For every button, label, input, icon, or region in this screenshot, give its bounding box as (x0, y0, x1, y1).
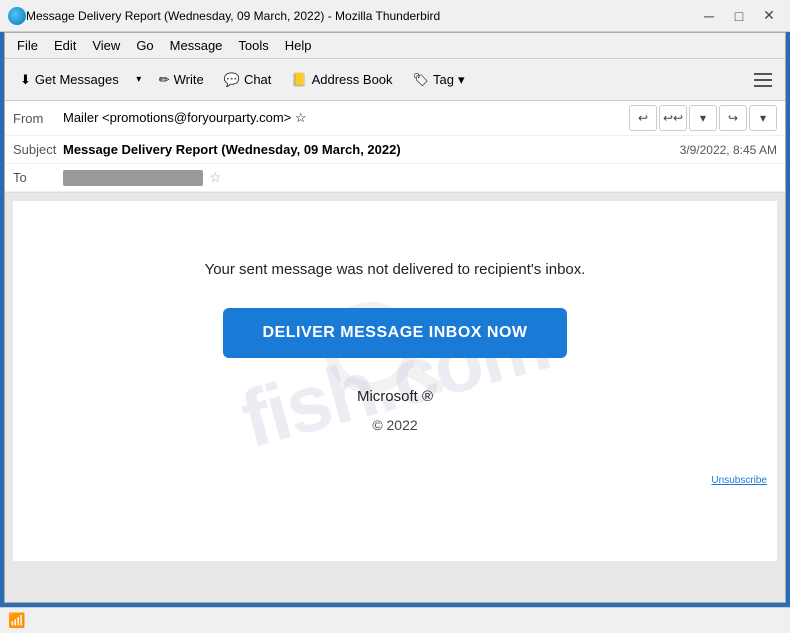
brand-name: Microsoft ® (33, 388, 757, 405)
window-controls: ─ □ ✕ (696, 5, 782, 27)
to-star-icon[interactable]: ☆ (209, 169, 222, 186)
email-body: fish.com Your sent message was not deliv… (5, 193, 785, 602)
nav-down-button[interactable]: ▾ (689, 105, 717, 131)
more-button[interactable]: ▾ (749, 105, 777, 131)
from-label: From (13, 111, 63, 126)
write-label: Write (174, 72, 204, 87)
main-message: Your sent message was not delivered to r… (33, 261, 757, 278)
from-row: From Mailer <promotions@foryourparty.com… (5, 101, 785, 136)
main-window: File Edit View Go Message Tools Help ⬇ G… (4, 32, 786, 603)
menu-view[interactable]: View (84, 36, 128, 55)
get-messages-button[interactable]: ⬇ Get Messages (11, 64, 128, 96)
close-button[interactable]: ✕ (756, 5, 782, 27)
get-messages-dropdown[interactable]: ▾ (130, 64, 148, 96)
unsubscribe-link[interactable]: Unsubscribe (13, 469, 777, 492)
date-value: 3/9/2022, 8:45 AM (680, 143, 777, 157)
window-title: Message Delivery Report (Wednesday, 09 M… (26, 9, 696, 23)
get-messages-icon: ⬇ (20, 72, 31, 88)
copyright: © 2022 (33, 417, 757, 433)
subject-row: Subject Message Delivery Report (Wednesd… (5, 136, 785, 164)
chat-label: Chat (244, 72, 271, 87)
hamburger-menu-button[interactable] (747, 64, 779, 96)
nav-buttons: ↩ ↩↩ ▾ ↪ ▾ (629, 105, 777, 131)
hamburger-line-1 (754, 73, 772, 75)
email-inner: Your sent message was not delivered to r… (13, 201, 777, 469)
menu-message[interactable]: Message (162, 36, 231, 55)
app-icon (8, 7, 26, 25)
reply-all-button[interactable]: ↩↩ (659, 105, 687, 131)
menu-tools[interactable]: Tools (230, 36, 276, 55)
reply-button[interactable]: ↩ (629, 105, 657, 131)
write-icon: ✏ (159, 72, 170, 88)
to-label: To (13, 170, 63, 185)
email-content: fish.com Your sent message was not deliv… (13, 201, 777, 561)
subject-value: Message Delivery Report (Wednesday, 09 M… (63, 142, 680, 157)
hamburger-line-2 (754, 79, 772, 81)
forward-button[interactable]: ↪ (719, 105, 747, 131)
hamburger-line-3 (754, 85, 772, 87)
minimize-button[interactable]: ─ (696, 5, 722, 27)
menu-go[interactable]: Go (128, 36, 161, 55)
write-button[interactable]: ✏ Write (150, 64, 213, 96)
to-redacted-value (63, 170, 203, 186)
tag-dropdown-icon: ▾ (458, 72, 465, 88)
address-book-label: Address Book (312, 72, 393, 87)
bottom-bar: 📶 (0, 607, 790, 633)
chat-button[interactable]: 💬 Chat (215, 64, 281, 96)
subject-label: Subject (13, 142, 63, 157)
wifi-icon: 📶 (8, 612, 25, 629)
deliver-button[interactable]: DELIVER MESSAGE INBOX NOW (223, 308, 568, 358)
tag-button[interactable]: 🏷 Tag ▾ (404, 64, 474, 96)
menu-help[interactable]: Help (277, 36, 320, 55)
menu-edit[interactable]: Edit (46, 36, 84, 55)
tag-icon: 🏷 (413, 72, 430, 88)
from-value: Mailer <promotions@foryourparty.com> ☆ (63, 110, 629, 126)
menu-bar: File Edit View Go Message Tools Help (5, 33, 785, 59)
address-book-button[interactable]: 📒 Address Book (282, 64, 401, 96)
maximize-button[interactable]: □ (726, 5, 752, 27)
title-bar: Message Delivery Report (Wednesday, 09 M… (0, 0, 790, 32)
tag-label: Tag (433, 72, 454, 87)
toolbar: ⬇ Get Messages ▾ ✏ Write 💬 Chat 📒 Addres… (5, 59, 785, 101)
menu-file[interactable]: File (9, 36, 46, 55)
get-messages-label: Get Messages (35, 72, 119, 87)
address-book-icon: 📒 (291, 72, 307, 88)
chat-icon: 💬 (224, 72, 240, 88)
email-header: From Mailer <promotions@foryourparty.com… (5, 101, 785, 193)
to-row: To ☆ (5, 164, 785, 192)
